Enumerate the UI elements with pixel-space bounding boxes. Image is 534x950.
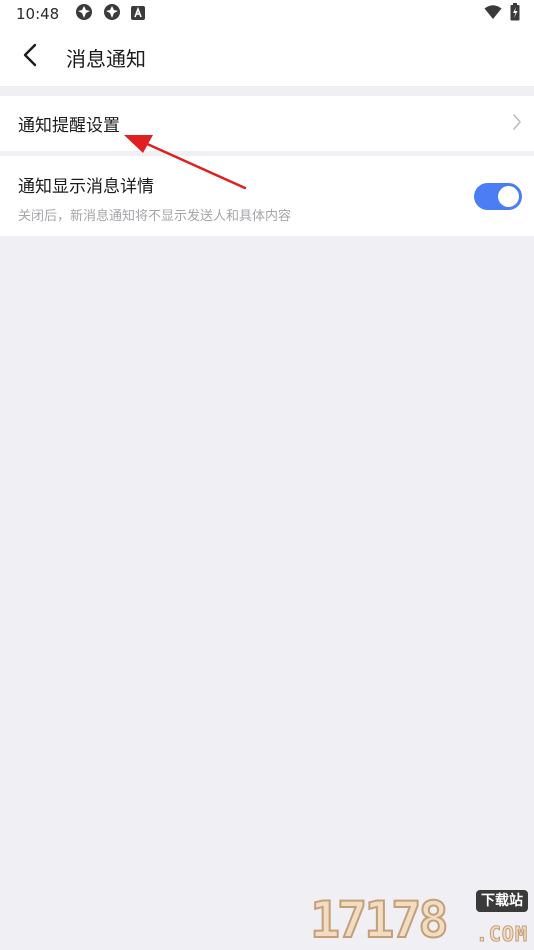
status-time: 10:48 [16,5,60,23]
notification-reminder-settings-row[interactable]: 通知提醒设置 [0,96,534,151]
watermark-domain: .COM [475,922,528,947]
show-message-details-row: 通知显示消息详情 关闭后，新消息通知将不显示发送人和具体内容 [0,156,534,236]
site-watermark-logo: 17178 下载站 .COM [302,886,534,950]
system-a-icon [131,5,146,24]
show-message-details-toggle[interactable] [474,183,522,210]
back-button[interactable] [0,28,60,86]
watermark-badge: 下载站 [476,890,528,912]
status-icons-right [484,3,520,25]
status-icons-left [75,3,146,25]
page-title: 消息通知 [66,46,146,71]
notification-reminder-settings-label: 通知提醒设置 [18,116,120,136]
app-notification-icon [75,3,93,25]
chevron-right-icon [512,113,522,135]
status-bar: 10:48 [0,0,534,28]
show-message-details-title: 通知显示消息详情 [18,177,154,197]
app-notification-icon [103,3,121,25]
show-message-details-subtitle: 关闭后，新消息通知将不显示发送人和具体内容 [18,209,292,224]
watermark-number: 17178 [309,890,449,950]
toggle-knob [498,186,519,207]
chevron-left-icon [23,43,37,71]
nav-bar: 消息通知 [0,28,534,86]
battery-charging-icon [510,3,520,25]
wifi-icon [484,4,502,24]
